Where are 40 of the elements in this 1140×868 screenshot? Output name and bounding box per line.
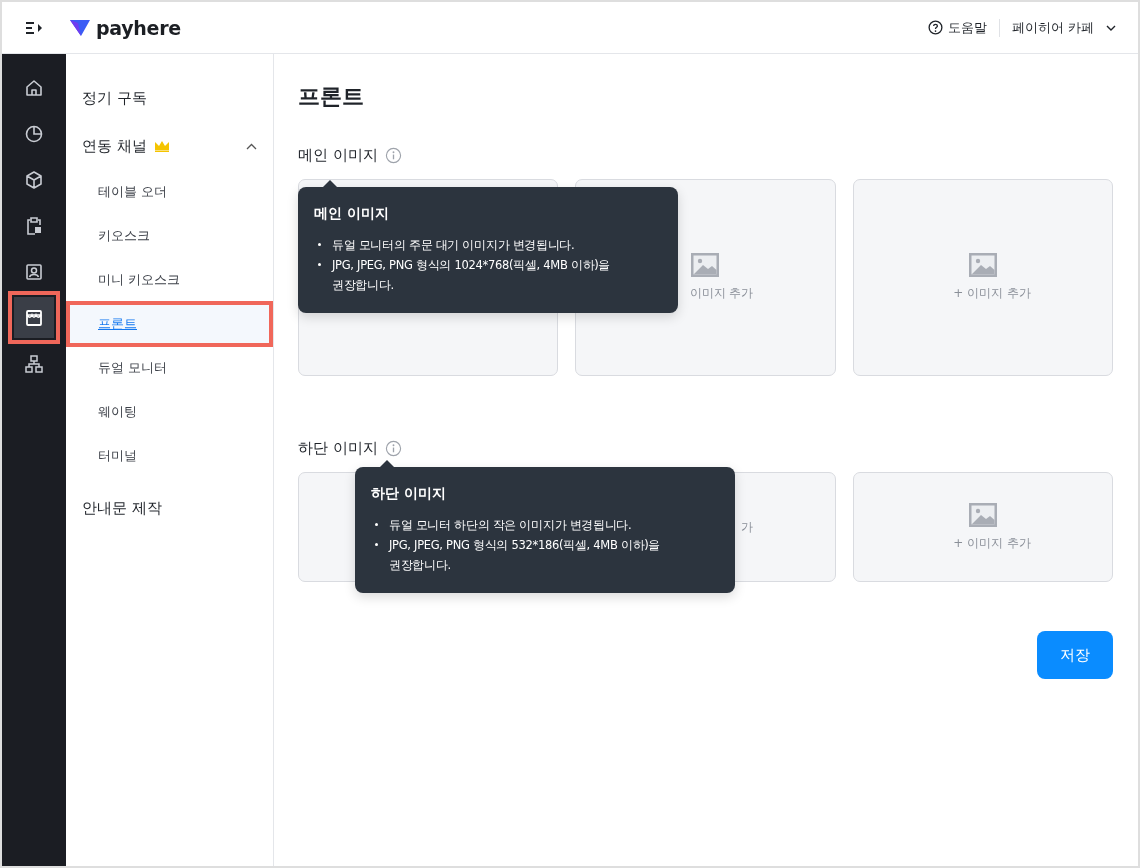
sidebar-subitem[interactable]: 미니 키오스크: [69, 260, 270, 300]
image-icon: [968, 502, 997, 527]
tooltip-title: 하단 이미지: [371, 485, 447, 503]
add-image-label: 가: [740, 518, 754, 536]
sidebar-subitem[interactable]: 키오스크: [69, 216, 270, 256]
help-link[interactable]: 도움말: [927, 18, 987, 37]
sidebar-subitem[interactable]: 프론트: [69, 304, 270, 344]
rail-icon: [24, 169, 44, 190]
rail-icon: [24, 261, 44, 282]
rail-icon: [24, 307, 44, 328]
page-title: 프론트: [298, 83, 365, 111]
chevron-up-icon: [246, 142, 257, 150]
add-image-label: + 이미지 추가: [952, 285, 1031, 302]
sidebar-item[interactable]: 안내문 제작: [66, 484, 273, 532]
menu-icon[interactable]: [24, 19, 44, 36]
rail-icon: [24, 353, 44, 374]
add-image-label: 이미지 추가: [688, 285, 754, 302]
section-label: 메인 이미지: [298, 146, 378, 165]
tooltip-title: 메인 이미지: [314, 205, 390, 223]
store-selector[interactable]: 페이히어 카페: [1011, 18, 1116, 37]
sidebar-subitem[interactable]: 웨이팅: [69, 392, 270, 432]
sidebar-item[interactable]: 연동 채널: [66, 122, 273, 170]
chevron-down-icon: [1106, 24, 1116, 31]
add-image-label: + 이미지 추가: [952, 534, 1031, 552]
logo-icon: [70, 18, 90, 37]
help-icon: [927, 20, 943, 35]
tooltip-text: 듀얼 모니터의 주문 대기 이미지가 변경됩니다.: [332, 238, 575, 252]
tooltip-text: JPG, JPEG, PNG 형식의 532*186(픽셀, 4MB 이하)을 권장합니다.: [389, 538, 661, 572]
rail-icon: [24, 215, 44, 236]
sidebar-item[interactable]: 정기 구독: [66, 74, 273, 122]
sidebar-subitem[interactable]: 듀얼 모니터: [69, 348, 270, 388]
sidebar-subitem[interactable]: 터미널: [69, 436, 270, 476]
logo-text: payhere: [96, 16, 181, 39]
tooltip-text: 듀얼 모니터 하단의 작은 이미지가 변경됩니다.: [389, 518, 632, 532]
image-icon: [968, 253, 997, 277]
image-icon: [691, 253, 720, 277]
rail-icon: [24, 77, 44, 98]
section-label: 하단 이미지: [298, 439, 378, 458]
sidebar-subitem[interactable]: 테이블 오더: [69, 172, 270, 212]
rail-icon: [24, 123, 44, 144]
